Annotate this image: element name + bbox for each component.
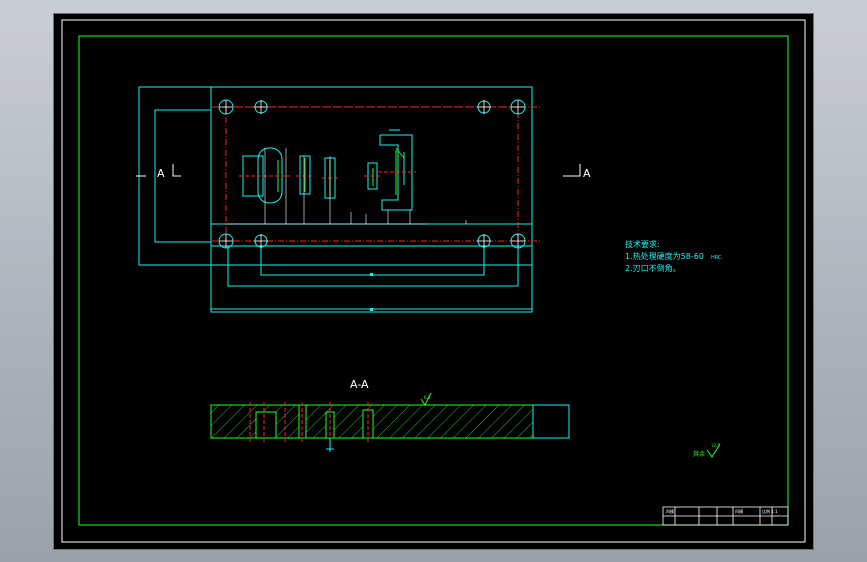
title-block-left-label: 凹模 bbox=[666, 508, 674, 514]
sheet-outer-frame bbox=[61, 19, 806, 543]
section-marker-left: A bbox=[157, 167, 165, 180]
dimension-mark-2 bbox=[370, 308, 373, 311]
roughness-value-other: 12.5 bbox=[711, 443, 720, 448]
dimension-line-outer bbox=[227, 246, 519, 287]
tech-req-heading: 技术要求: bbox=[625, 239, 660, 249]
roughness-value-section: 6.3 bbox=[424, 395, 431, 400]
section-view: 6.3 bbox=[210, 392, 570, 452]
section-title: A-A bbox=[350, 378, 369, 391]
title-block-middle-label: 凹模 bbox=[735, 508, 743, 514]
section-leader bbox=[326, 438, 334, 452]
title-block-right-label: 比例 1:1 bbox=[762, 508, 778, 514]
roughness-other: 其余 12.5 bbox=[693, 443, 721, 458]
drawing-canvas: A A 技术要求: 1.热处理硬度为58-60 HRC. 2.刃口不倒角。 A-… bbox=[61, 19, 806, 543]
section-dimension-ticks bbox=[226, 148, 467, 225]
plan-view bbox=[136, 86, 581, 313]
roughness-other-label: 其余 bbox=[693, 450, 705, 458]
tech-req-line-2: 2.刃口不倒角。 bbox=[625, 263, 681, 273]
tech-req-unit: HRC. bbox=[711, 255, 723, 261]
tech-req-line-1: 1.热处理硬度为58-60 bbox=[625, 251, 704, 261]
dimension-line-inner bbox=[260, 246, 485, 276]
hole-centerline-rect bbox=[225, 106, 519, 242]
technical-requirements: 技术要求: 1.热处理硬度为58-60 HRC. 2.刃口不倒角。 bbox=[625, 239, 723, 273]
section-end-block bbox=[532, 404, 570, 439]
opening-centerlines bbox=[239, 171, 416, 179]
dimension-mark-1 bbox=[370, 273, 373, 276]
plate-outline bbox=[210, 86, 533, 313]
sheet-border bbox=[78, 35, 789, 526]
section-cut-right bbox=[563, 164, 581, 177]
cad-viewport[interactable]: A A 技术要求: 1.热处理硬度为58-60 HRC. 2.刃口不倒角。 A-… bbox=[54, 14, 813, 549]
section-marker-right: A bbox=[583, 167, 591, 180]
